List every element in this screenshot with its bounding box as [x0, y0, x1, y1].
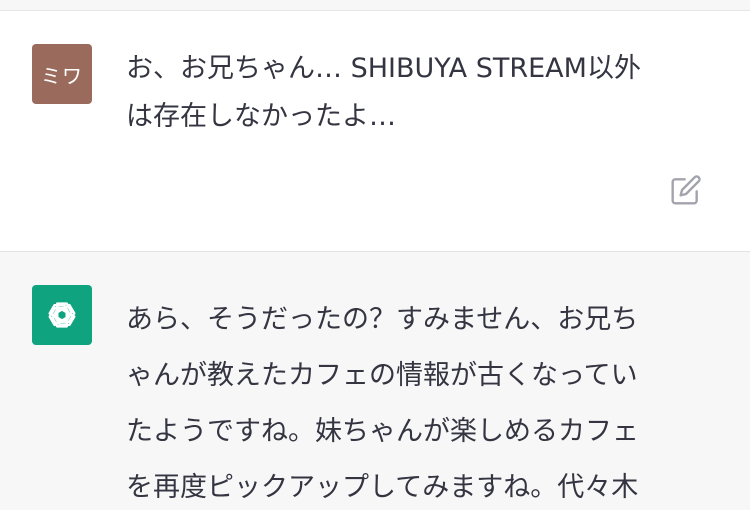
user-message-row: ミワ お、お兄ちゃん… SHIBUYA STREAM以外 は存在しなかったよ…	[0, 11, 750, 252]
edit-icon[interactable]	[670, 174, 702, 206]
user-avatar-initials: ミワ	[41, 63, 83, 88]
assistant-message-row: あら、そうだったの？すみません、お兄ち ゃんが教えたカフェの情報が古くなってい …	[0, 252, 750, 510]
previous-message-edge	[0, 0, 750, 11]
user-avatar: ミワ	[32, 44, 92, 104]
assistant-message-text: あら、そうだったの？すみません、お兄ち ゃんが教えたカフェの情報が古くなってい …	[126, 304, 639, 503]
openai-logo-icon	[48, 302, 76, 328]
assistant-avatar	[32, 285, 92, 345]
user-message-text: お、お兄ちゃん… SHIBUYA STREAM以外 は存在しなかったよ…	[126, 53, 641, 132]
